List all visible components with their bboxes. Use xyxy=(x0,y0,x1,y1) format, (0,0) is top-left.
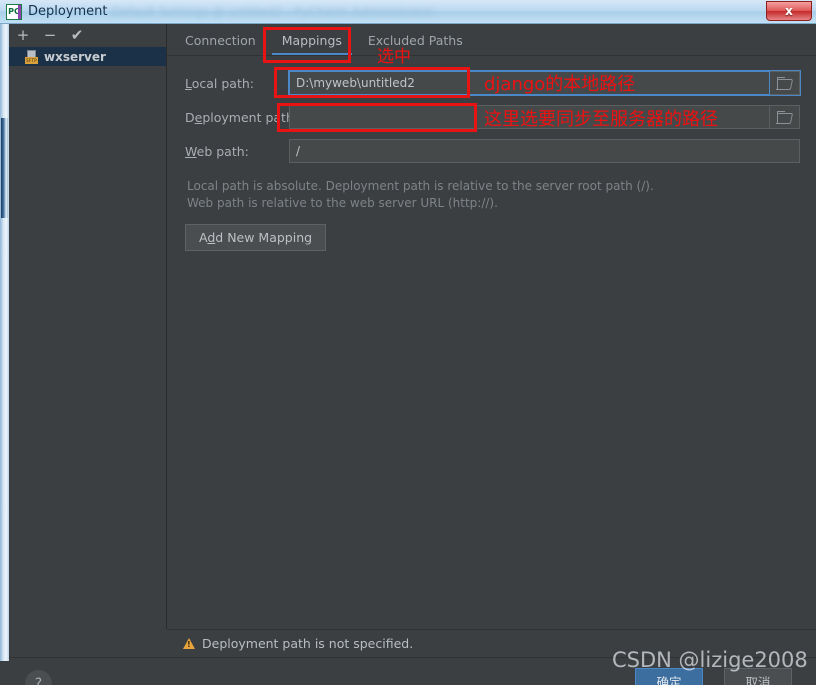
status-warning-bar: Deployment path is not specified. xyxy=(167,629,816,657)
deployment-path-label-pre: D xyxy=(185,109,195,125)
hint-line-2: Web path is relative to the web server U… xyxy=(187,196,498,210)
local-path-field-wrap: D:\myweb\untitled2 xyxy=(288,70,801,96)
deployment-path-field-wrap xyxy=(289,105,800,129)
server-list-panel: + − ✔ SFTP wxserver xyxy=(9,24,167,629)
tab-mappings[interactable]: Mappings xyxy=(271,33,353,55)
server-list-toolbar: + − ✔ xyxy=(9,24,166,47)
screen: PC Deployment Default Settings @ untitle… xyxy=(0,0,816,685)
ok-button[interactable]: 确定 xyxy=(635,668,703,685)
background-scrollbar-thumb[interactable] xyxy=(1,118,8,218)
folder-icon xyxy=(777,111,792,123)
mappings-form: Local path: D:\myweb\untitled2 Deploymen… xyxy=(167,56,816,251)
add-new-mapping-button[interactable]: Add New Mapping xyxy=(185,224,327,251)
tab-connection[interactable]: Connection xyxy=(185,33,256,55)
web-path-row: Web path: / xyxy=(185,136,800,166)
dialog-footer: ? 确定 取消 xyxy=(9,657,816,685)
web-path-input[interactable]: / xyxy=(289,139,800,163)
deployment-path-row: Deployment path xyxy=(185,102,800,132)
web-path-field-wrap: / xyxy=(289,139,800,163)
hint-line-1: Local path is absolute. Deployment path … xyxy=(187,179,654,193)
add-server-button[interactable]: + xyxy=(15,28,31,43)
server-list: SFTP wxserver xyxy=(9,47,166,66)
background-window-title: Default Settings @ untitled2 - PyCharm A… xyxy=(111,4,434,19)
window-titlebar[interactable]: PC Deployment Default Settings @ untitle… xyxy=(0,0,816,24)
web-path-label-accel: W xyxy=(185,143,197,159)
sftp-server-icon: SFTP xyxy=(25,49,39,64)
warning-message: Deployment path is not specified. xyxy=(202,636,414,651)
list-item[interactable]: SFTP wxserver xyxy=(9,47,166,66)
sftp-badge-label: SFTP xyxy=(25,56,38,64)
local-path-label-accel: L xyxy=(185,75,192,91)
deployment-path-label-text: ployment path xyxy=(202,109,294,125)
warning-triangle-icon xyxy=(183,638,195,649)
help-button[interactable]: ? xyxy=(25,670,52,685)
server-name-label: wxserver xyxy=(44,49,106,64)
local-path-input[interactable]: D:\myweb\untitled2 xyxy=(289,71,770,95)
window-left-edge xyxy=(0,24,9,661)
deployment-path-label: Deployment path xyxy=(185,109,294,125)
local-path-label: Local path: xyxy=(185,76,289,91)
local-path-row: Local path: D:\myweb\untitled2 xyxy=(185,68,801,98)
add-mapping-post: d New Mapping xyxy=(215,230,313,245)
set-default-server-button[interactable]: ✔ xyxy=(69,28,85,43)
deployment-dialog: + − ✔ SFTP wxserver Connection Mappings xyxy=(9,24,816,685)
local-path-label-text: ocal path: xyxy=(191,75,255,91)
tab-bar: Connection Mappings Excluded Paths xyxy=(167,24,816,56)
folder-icon xyxy=(777,77,792,89)
local-path-browse-button[interactable] xyxy=(770,71,800,95)
window-title: Deployment xyxy=(28,4,108,19)
deployment-path-browse-button[interactable] xyxy=(770,105,800,129)
pycharm-icon: PC xyxy=(6,3,22,20)
web-path-label-text: eb path: xyxy=(196,143,249,159)
deployment-path-input[interactable] xyxy=(289,105,770,129)
remove-server-button[interactable]: − xyxy=(42,28,58,43)
path-hints: Local path is absolute. Deployment path … xyxy=(187,178,800,212)
web-path-label: Web path: xyxy=(185,144,289,159)
tab-excluded-paths[interactable]: Excluded Paths xyxy=(368,33,463,55)
deployment-content-panel: Connection Mappings Excluded Paths Local… xyxy=(167,24,816,629)
close-icon[interactable]: x xyxy=(766,1,812,21)
cancel-button[interactable]: 取消 xyxy=(724,668,792,685)
